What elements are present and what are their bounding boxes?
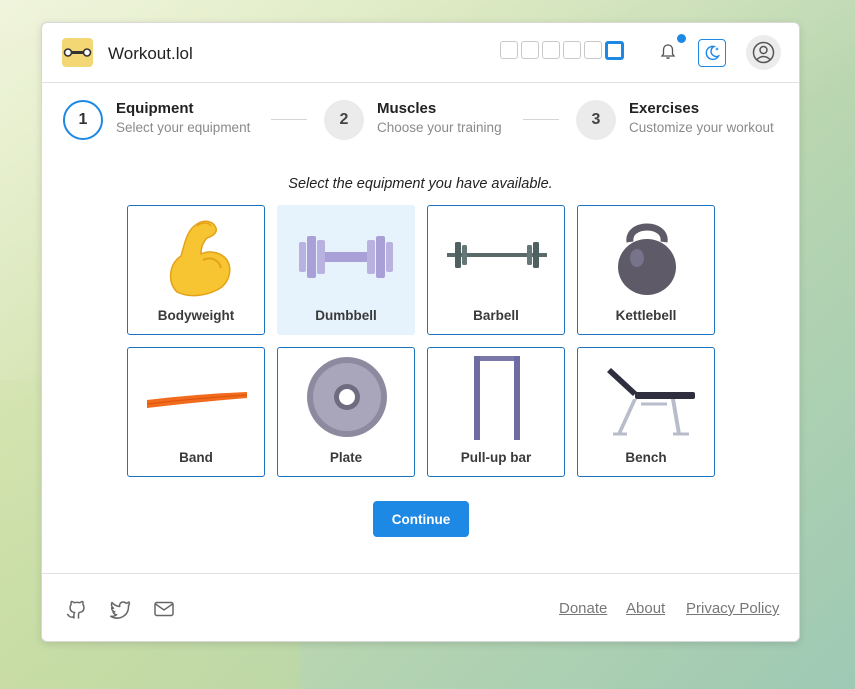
step-1-number[interactable]: 1 [63,100,103,140]
step-1-title: Equipment [116,100,194,117]
footer: Donate About Privacy Policy [42,573,799,642]
bell-icon[interactable] [658,42,678,62]
equipment-tile-barbell[interactable]: Barbell [427,205,565,335]
step-2-subtitle: Choose your training [377,120,502,135]
twitter-icon[interactable] [109,598,131,620]
header: Workout.lol [42,23,799,83]
theme-swatch[interactable] [500,41,518,59]
equipment-tile-bodyweight[interactable]: Bodyweight [127,205,265,335]
equipment-label: Barbell [473,308,519,323]
equipment-label: Bodyweight [157,308,235,323]
equipment-label: Plate [329,450,363,465]
theme-swatch[interactable] [563,41,581,59]
step-3-title: Exercises [629,100,700,117]
dumbbell-logo-icon[interactable] [62,38,93,67]
resistance-band-icon [147,392,247,408]
step-2-number[interactable]: 2 [324,100,364,140]
theme-swatch[interactable] [542,41,560,59]
app-title[interactable]: Workout.lol [108,44,193,64]
notification-dot [677,34,686,43]
github-icon[interactable] [65,598,87,620]
equipment-tile-kettlebell[interactable]: Kettlebell [577,205,715,335]
app-card: Workout.lol 1 Equipment Select your equi… [41,22,800,642]
theme-swatch[interactable] [521,41,539,59]
equipment-label: Pull-up bar [460,450,532,465]
equipment-tile-pull-up-bar[interactable]: Pull-up bar [427,347,565,477]
step-connector [523,119,559,120]
equipment-label: Bench [625,450,667,465]
moon-icon [705,45,721,61]
dark-mode-toggle[interactable] [698,39,726,67]
user-avatar[interactable] [746,35,781,70]
equipment-tile-plate[interactable]: Plate [277,347,415,477]
step-3-number[interactable]: 3 [576,100,616,140]
mail-icon[interactable] [153,598,175,620]
privacy-policy-link[interactable]: Privacy Policy [686,600,779,617]
step-1-subtitle: Select your equipment [116,120,251,135]
equipment-tile-dumbbell[interactable]: Dumbbell [277,205,415,335]
theme-swatch-active[interactable] [605,41,624,60]
theme-swatch[interactable] [584,41,602,59]
weight-plate-icon [307,357,387,437]
step-connector [271,119,307,120]
equipment-label: Kettlebell [615,308,677,323]
about-link[interactable]: About [626,600,665,617]
user-icon [752,41,775,64]
bench-icon [607,368,695,436]
step-2-title: Muscles [377,100,437,117]
theme-swatches [500,41,624,60]
equipment-label: Band [179,450,213,465]
stepper: 1 Equipment Select your equipment 2 Musc… [42,83,799,153]
pull-up-bar-icon [474,356,520,440]
kettlebell-icon [618,223,676,295]
barbell-icon [447,242,547,268]
equipment-tile-band[interactable]: Band [127,347,265,477]
donate-link[interactable]: Donate [559,600,607,617]
step-3-subtitle: Customize your workout [629,120,774,135]
continue-button[interactable]: Continue [373,501,469,537]
equipment-label: Dumbbell [315,308,377,323]
flexed-biceps-icon [169,220,231,297]
equipment-tile-bench[interactable]: Bench [577,347,715,477]
dumbbell-icon [299,236,393,278]
instruction-text: Select the equipment you have available. [288,176,553,192]
